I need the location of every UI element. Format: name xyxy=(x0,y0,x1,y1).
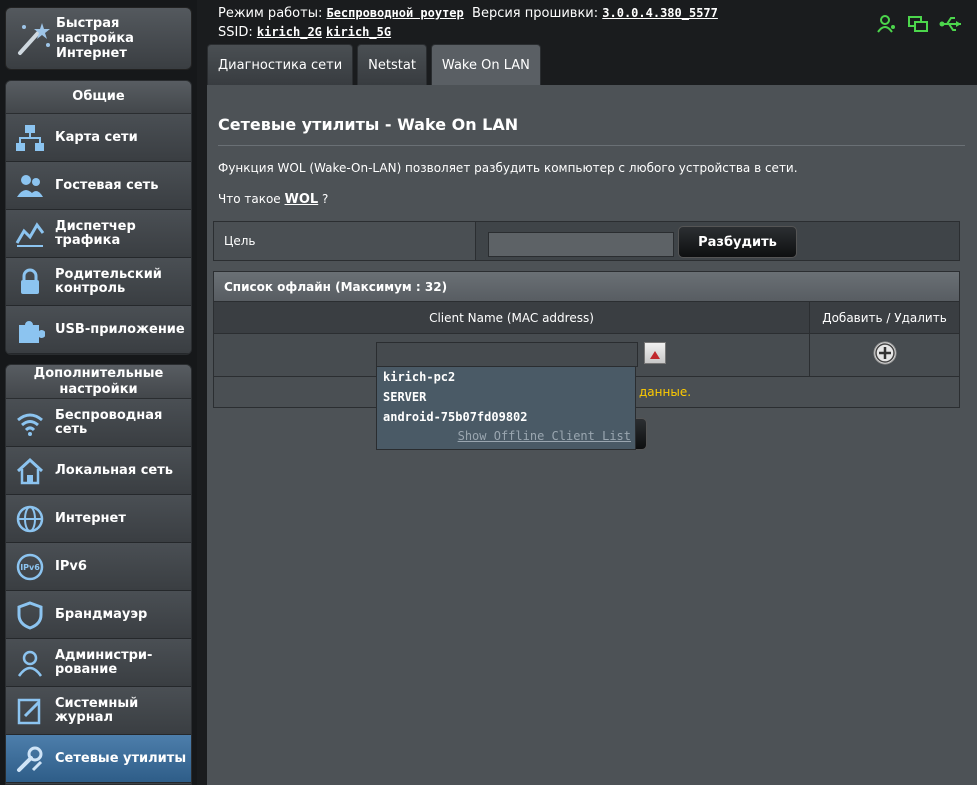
ssid-2g-link[interactable]: kirich_2G xyxy=(257,25,322,39)
page-title: Сетевые утилиты - Wake On LAN xyxy=(218,115,519,134)
sidebar-item-ipv6[interactable]: IPv6 IPv6 xyxy=(6,543,191,591)
tab-wake-on-lan[interactable]: Wake On LAN xyxy=(430,44,541,85)
mode-label: Режим работы: xyxy=(218,6,323,21)
wifi-icon xyxy=(13,406,47,440)
firmware-link[interactable]: 3.0.0.4.380_5577 xyxy=(602,6,718,20)
internet-status-icon[interactable] xyxy=(907,14,929,38)
whatis-prefix: Что такое xyxy=(218,192,281,206)
target-label: Цель xyxy=(214,222,476,260)
target-row: Цель Разбудить xyxy=(213,221,960,261)
client-dropdown-toggle[interactable] xyxy=(644,342,666,364)
sidebar-item-internet[interactable]: Интернет xyxy=(6,495,191,543)
dropdown-item[interactable]: SERVER xyxy=(383,390,426,404)
sidebar-item-administration[interactable]: Администри-рование xyxy=(6,639,191,687)
tab-bar: Диагностика сети Netstat Wake On LAN xyxy=(207,44,541,85)
sidebar-item-label: Сетевые утилиты xyxy=(55,750,187,766)
sidebar-item-firewall[interactable]: Брандмауэр xyxy=(6,591,191,639)
sidebar-item-traffic-manager[interactable]: Диспетчер трафика xyxy=(6,210,191,258)
sidebar-item-network-tools[interactable]: Сетевые утилиты xyxy=(6,735,191,783)
wake-button[interactable]: Разбудить xyxy=(678,226,797,258)
offline-list-header: Список офлайн (Максимум : 32) xyxy=(214,272,959,302)
sidebar-item-system-log[interactable]: Системный журнал xyxy=(6,687,191,735)
sidebar-item-usb-application[interactable]: USB-приложение xyxy=(6,306,191,354)
usb-status-icon[interactable] xyxy=(939,14,963,38)
advanced-section: Дополнительные настройки Беспроводная се… xyxy=(5,364,192,785)
show-offline-client-list-link[interactable]: Show Offline Client List xyxy=(458,429,631,443)
sidebar-item-label: Диспетчер трафика xyxy=(55,218,136,248)
mode-link[interactable]: Беспроводной роутер xyxy=(326,6,463,20)
add-client-button[interactable] xyxy=(872,340,898,370)
triangle-up-icon xyxy=(650,344,660,363)
title-divider xyxy=(218,145,965,146)
firmware-label: Версия прошивки: xyxy=(472,6,599,21)
dropdown-item[interactable]: android-75b07fd09802 xyxy=(383,410,528,424)
status-icons xyxy=(877,14,963,38)
column-add-delete: Добавить / Удалить xyxy=(822,310,947,325)
wol-link[interactable]: WOL xyxy=(285,192,319,207)
log-icon xyxy=(13,694,47,728)
sidebar-item-guest-network[interactable]: Гостевая сеть xyxy=(6,162,191,210)
ipv6-icon: IPv6 xyxy=(13,550,47,584)
magic-wand-icon xyxy=(12,17,52,61)
ssid-label: SSID: xyxy=(218,25,253,40)
top-status-bar: Режим работы: Беспроводной роутер Версия… xyxy=(207,0,977,44)
whatis-suffix: ? xyxy=(322,192,329,206)
sidebar-item-wireless[interactable]: Беспроводная сеть xyxy=(6,399,191,447)
sidebar-item-label: Гостевая сеть xyxy=(55,177,159,193)
mode-row: Режим работы: Беспроводной роутер Версия… xyxy=(218,6,718,21)
lock-icon xyxy=(13,265,47,299)
sidebar-item-label: IPv6 xyxy=(55,558,87,574)
sidebar-item-label: Беспроводная сеть xyxy=(55,407,163,437)
sidebar-item-label: USB-приложение xyxy=(55,321,185,337)
admin-icon xyxy=(13,646,47,680)
sidebar-item-label: Системный журнал xyxy=(55,695,139,725)
whatis-line: Что такое WOL ? xyxy=(218,192,328,207)
globe-icon xyxy=(13,502,47,536)
quick-setup-label: Быстрая настройка Интернет xyxy=(56,16,134,61)
ssid-5g-link[interactable]: kirich_5G xyxy=(326,25,391,39)
sidebar-item-label: Родительский контроль xyxy=(55,266,162,296)
offline-columns: Client Name (MAC address) Добавить / Уда… xyxy=(214,302,959,334)
add-cell xyxy=(810,334,959,376)
client-name-input[interactable] xyxy=(376,342,638,367)
target-cell: Разбудить xyxy=(476,222,959,260)
sidebar-item-network-map[interactable]: Карта сети xyxy=(6,114,191,162)
sidebar-item-label: Карта сети xyxy=(55,129,138,145)
advanced-header: Дополнительные настройки xyxy=(6,365,191,399)
traffic-manager-icon xyxy=(13,217,47,251)
sidebar-item-parental-control[interactable]: Родительский контроль xyxy=(6,258,191,306)
sidebar-item-label: Администри-рование xyxy=(55,647,153,677)
description: Функция WOL (Wake-On-LAN) позволяет разб… xyxy=(218,161,798,175)
sidebar-item-label: Интернет xyxy=(55,510,126,526)
puzzle-icon xyxy=(13,313,47,347)
tab-network-diagnostics[interactable]: Диагностика сети xyxy=(207,44,354,85)
note-text: данные. xyxy=(639,385,692,399)
column-client-name: Client Name (MAC address) xyxy=(214,302,810,333)
client-status-icon[interactable] xyxy=(877,14,897,38)
dropdown-item[interactable]: kirich-pc2 xyxy=(383,370,455,384)
client-dropdown-list: kirich-pc2 SERVER android-75b07fd09802 S… xyxy=(376,366,636,450)
general-section: Общие Карта сети Гостевая сеть Диспетчер… xyxy=(5,80,192,355)
sidebar: Быстрая настройка Интернет Общие Карта с… xyxy=(0,0,197,785)
target-mac-input[interactable] xyxy=(488,232,674,257)
network-map-icon xyxy=(13,121,47,155)
ssid-row: SSID: kirich_2G kirich_5G xyxy=(218,25,391,40)
guest-network-icon xyxy=(13,169,47,203)
tab-netstat[interactable]: Netstat xyxy=(357,44,427,85)
sidebar-item-label: Брандмауэр xyxy=(55,606,148,622)
tools-icon xyxy=(13,742,47,776)
home-icon xyxy=(13,454,47,488)
general-header: Общие xyxy=(6,81,191,114)
shield-icon xyxy=(13,598,47,632)
quick-setup-button[interactable]: Быстрая настройка Интернет xyxy=(5,7,192,70)
sidebar-item-label: Локальная сеть xyxy=(55,462,173,478)
sidebar-item-lan[interactable]: Локальная сеть xyxy=(6,447,191,495)
svg-text:IPv6: IPv6 xyxy=(20,563,40,572)
